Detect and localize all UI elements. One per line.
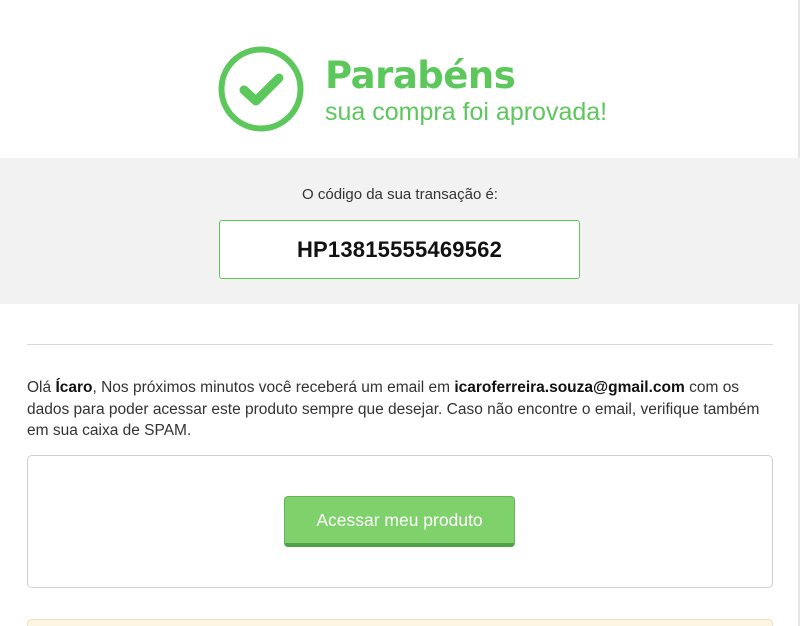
notice-strip xyxy=(27,619,773,626)
section-divider xyxy=(27,344,773,345)
check-circle-icon xyxy=(218,46,304,132)
page-title: Parabéns xyxy=(325,54,516,97)
customer-name: Ícaro xyxy=(55,379,93,396)
transaction-code-label: O código da sua transação é: xyxy=(302,186,498,203)
transaction-code-value: HP13815555469562 xyxy=(296,236,503,262)
access-product-button[interactable]: Acessar meu produto xyxy=(284,496,515,547)
page-frame: Parabéns sua compra foi aprovada! O códi… xyxy=(0,0,800,626)
confirmation-message: Olá Ícaro, Nos próximos minutos você rec… xyxy=(27,377,773,442)
success-header: Parabéns sua compra foi aprovada! xyxy=(0,0,800,158)
message-greeting: Olá xyxy=(27,379,56,396)
message-text-1: , Nos próximos minutos você receberá um … xyxy=(92,379,455,396)
customer-email: icaroferreira.souza@gmail.com xyxy=(454,379,685,396)
page-subtitle: sua compra foi aprovada! xyxy=(325,98,608,126)
transaction-code-box: HP13815555469562 xyxy=(219,220,580,279)
